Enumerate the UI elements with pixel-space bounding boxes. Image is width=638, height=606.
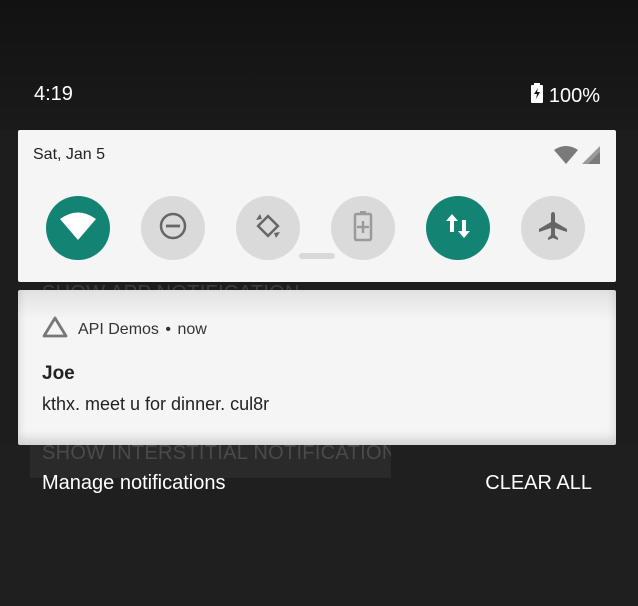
notification-text: kthx. meet u for dinner. cul8r — [42, 394, 270, 414]
battery-charging-icon — [530, 83, 543, 109]
qs-drag-handle[interactable] — [299, 253, 335, 259]
status-time: 4:19 — [34, 83, 73, 105]
notification-title: Joe — [42, 363, 75, 384]
qs-date[interactable]: Sat, Jan 5 — [33, 146, 105, 164]
cell-signal-icon — [582, 146, 600, 169]
triangle-icon — [42, 316, 68, 343]
data-arrows-icon — [445, 212, 471, 245]
rotate-icon — [252, 210, 284, 247]
wifi-tile[interactable] — [46, 196, 110, 260]
wifi-signal-icon — [554, 146, 578, 169]
manage-notifications-button[interactable]: Manage notifications — [42, 472, 225, 495]
battery-percent: 100% — [548, 84, 600, 107]
notification-time: now — [177, 320, 207, 338]
qs-tiles — [46, 196, 585, 260]
mobile-data-tile[interactable] — [426, 196, 490, 260]
notification-card[interactable]: API Demos • now Joe kthx. meet u for din… — [18, 290, 616, 445]
notification-separator: • — [165, 320, 171, 338]
minus-circle-icon — [158, 211, 188, 246]
background-top — [0, 0, 638, 130]
wifi-icon — [60, 212, 96, 245]
quick-settings-panel: Sat, Jan 5 — [18, 130, 616, 282]
notification-header: API Demos • now — [42, 316, 207, 343]
rotate-tile[interactable] — [236, 196, 300, 260]
battery-saver-tile[interactable] — [331, 196, 395, 260]
airplane-tile[interactable] — [521, 196, 585, 260]
clear-all-button[interactable]: CLEAR ALL — [485, 472, 592, 495]
status-right: 100% — [530, 83, 600, 109]
notification-app-name: API Demos — [78, 320, 159, 338]
dnd-tile[interactable] — [141, 196, 205, 260]
battery-plus-icon — [353, 210, 373, 247]
qs-signal — [554, 146, 600, 169]
airplane-icon — [537, 210, 569, 247]
